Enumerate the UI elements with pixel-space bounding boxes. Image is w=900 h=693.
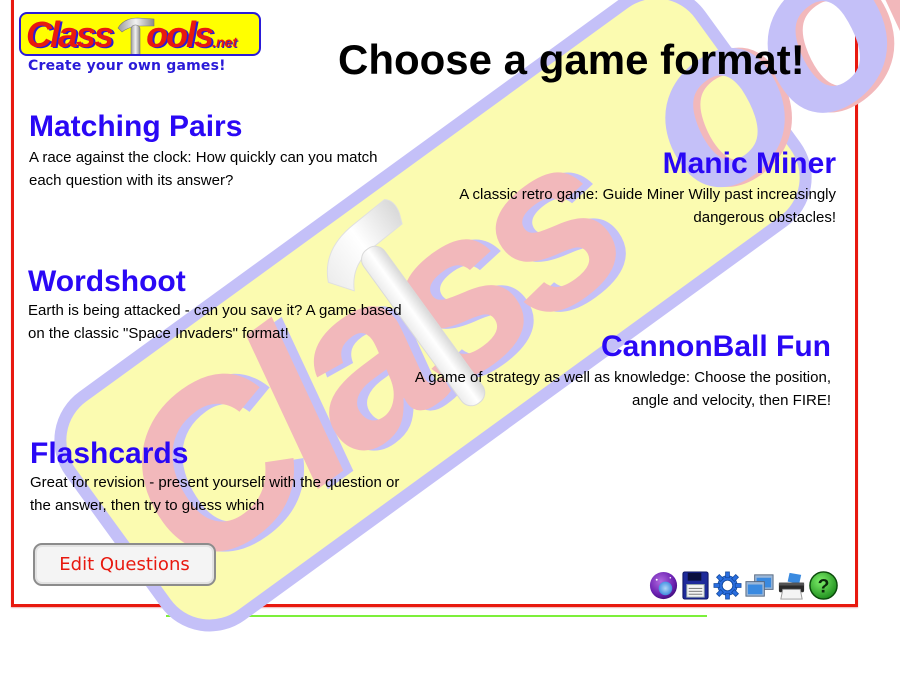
game-description: Earth is being attacked - can you save i… — [28, 302, 402, 342]
game-title[interactable]: CannonBall Fun — [411, 330, 831, 364]
game-title[interactable]: Wordshoot — [28, 265, 418, 299]
classtools-logo[interactable]: Class ools.net Create your own games! — [19, 12, 263, 80]
svg-text:?: ? — [818, 575, 830, 597]
game-cannonball-fun[interactable]: CannonBall Fun A game of strategy as wel… — [411, 330, 831, 412]
footer-divider — [166, 615, 707, 617]
logo-tagline: Create your own games! — [28, 58, 226, 74]
game-manic-miner[interactable]: Manic Miner A classic retro game: Guide … — [456, 147, 836, 229]
game-description: A race against the clock: How quickly ca… — [29, 149, 378, 189]
game-description: Great for revision - present yourself wi… — [30, 474, 400, 514]
save-icon[interactable] — [680, 570, 711, 601]
help-icon[interactable]: ? — [808, 570, 839, 601]
printer-icon[interactable] — [776, 570, 807, 601]
logo-word-net: .net — [212, 34, 237, 50]
game-wordshoot[interactable]: Wordshoot Earth is being attacked - can … — [28, 265, 418, 345]
logo-plate: Class ools.net — [19, 12, 261, 56]
logo-hammer-icon — [117, 17, 155, 54]
game-title[interactable]: Manic Miner — [456, 147, 836, 181]
gear-icon[interactable] — [712, 570, 743, 601]
game-description: A game of strategy as well as knowledge:… — [414, 369, 831, 409]
page-title: Choose a game format! — [338, 36, 805, 84]
game-matching-pairs[interactable]: Matching Pairs A race against the clock:… — [29, 110, 409, 192]
logo-word-class: Class — [26, 14, 114, 55]
globe-icon[interactable] — [648, 570, 679, 601]
game-flashcards[interactable]: Flashcards Great for revision - present … — [30, 437, 420, 517]
windows-icon[interactable] — [744, 570, 775, 601]
game-description: A classic retro game: Guide Miner Willy … — [459, 186, 836, 226]
game-title[interactable]: Flashcards — [30, 437, 420, 471]
game-title[interactable]: Matching Pairs — [29, 110, 409, 144]
bottom-toolbar: ? — [648, 568, 839, 602]
edit-questions-button[interactable]: Edit Questions — [33, 543, 216, 586]
